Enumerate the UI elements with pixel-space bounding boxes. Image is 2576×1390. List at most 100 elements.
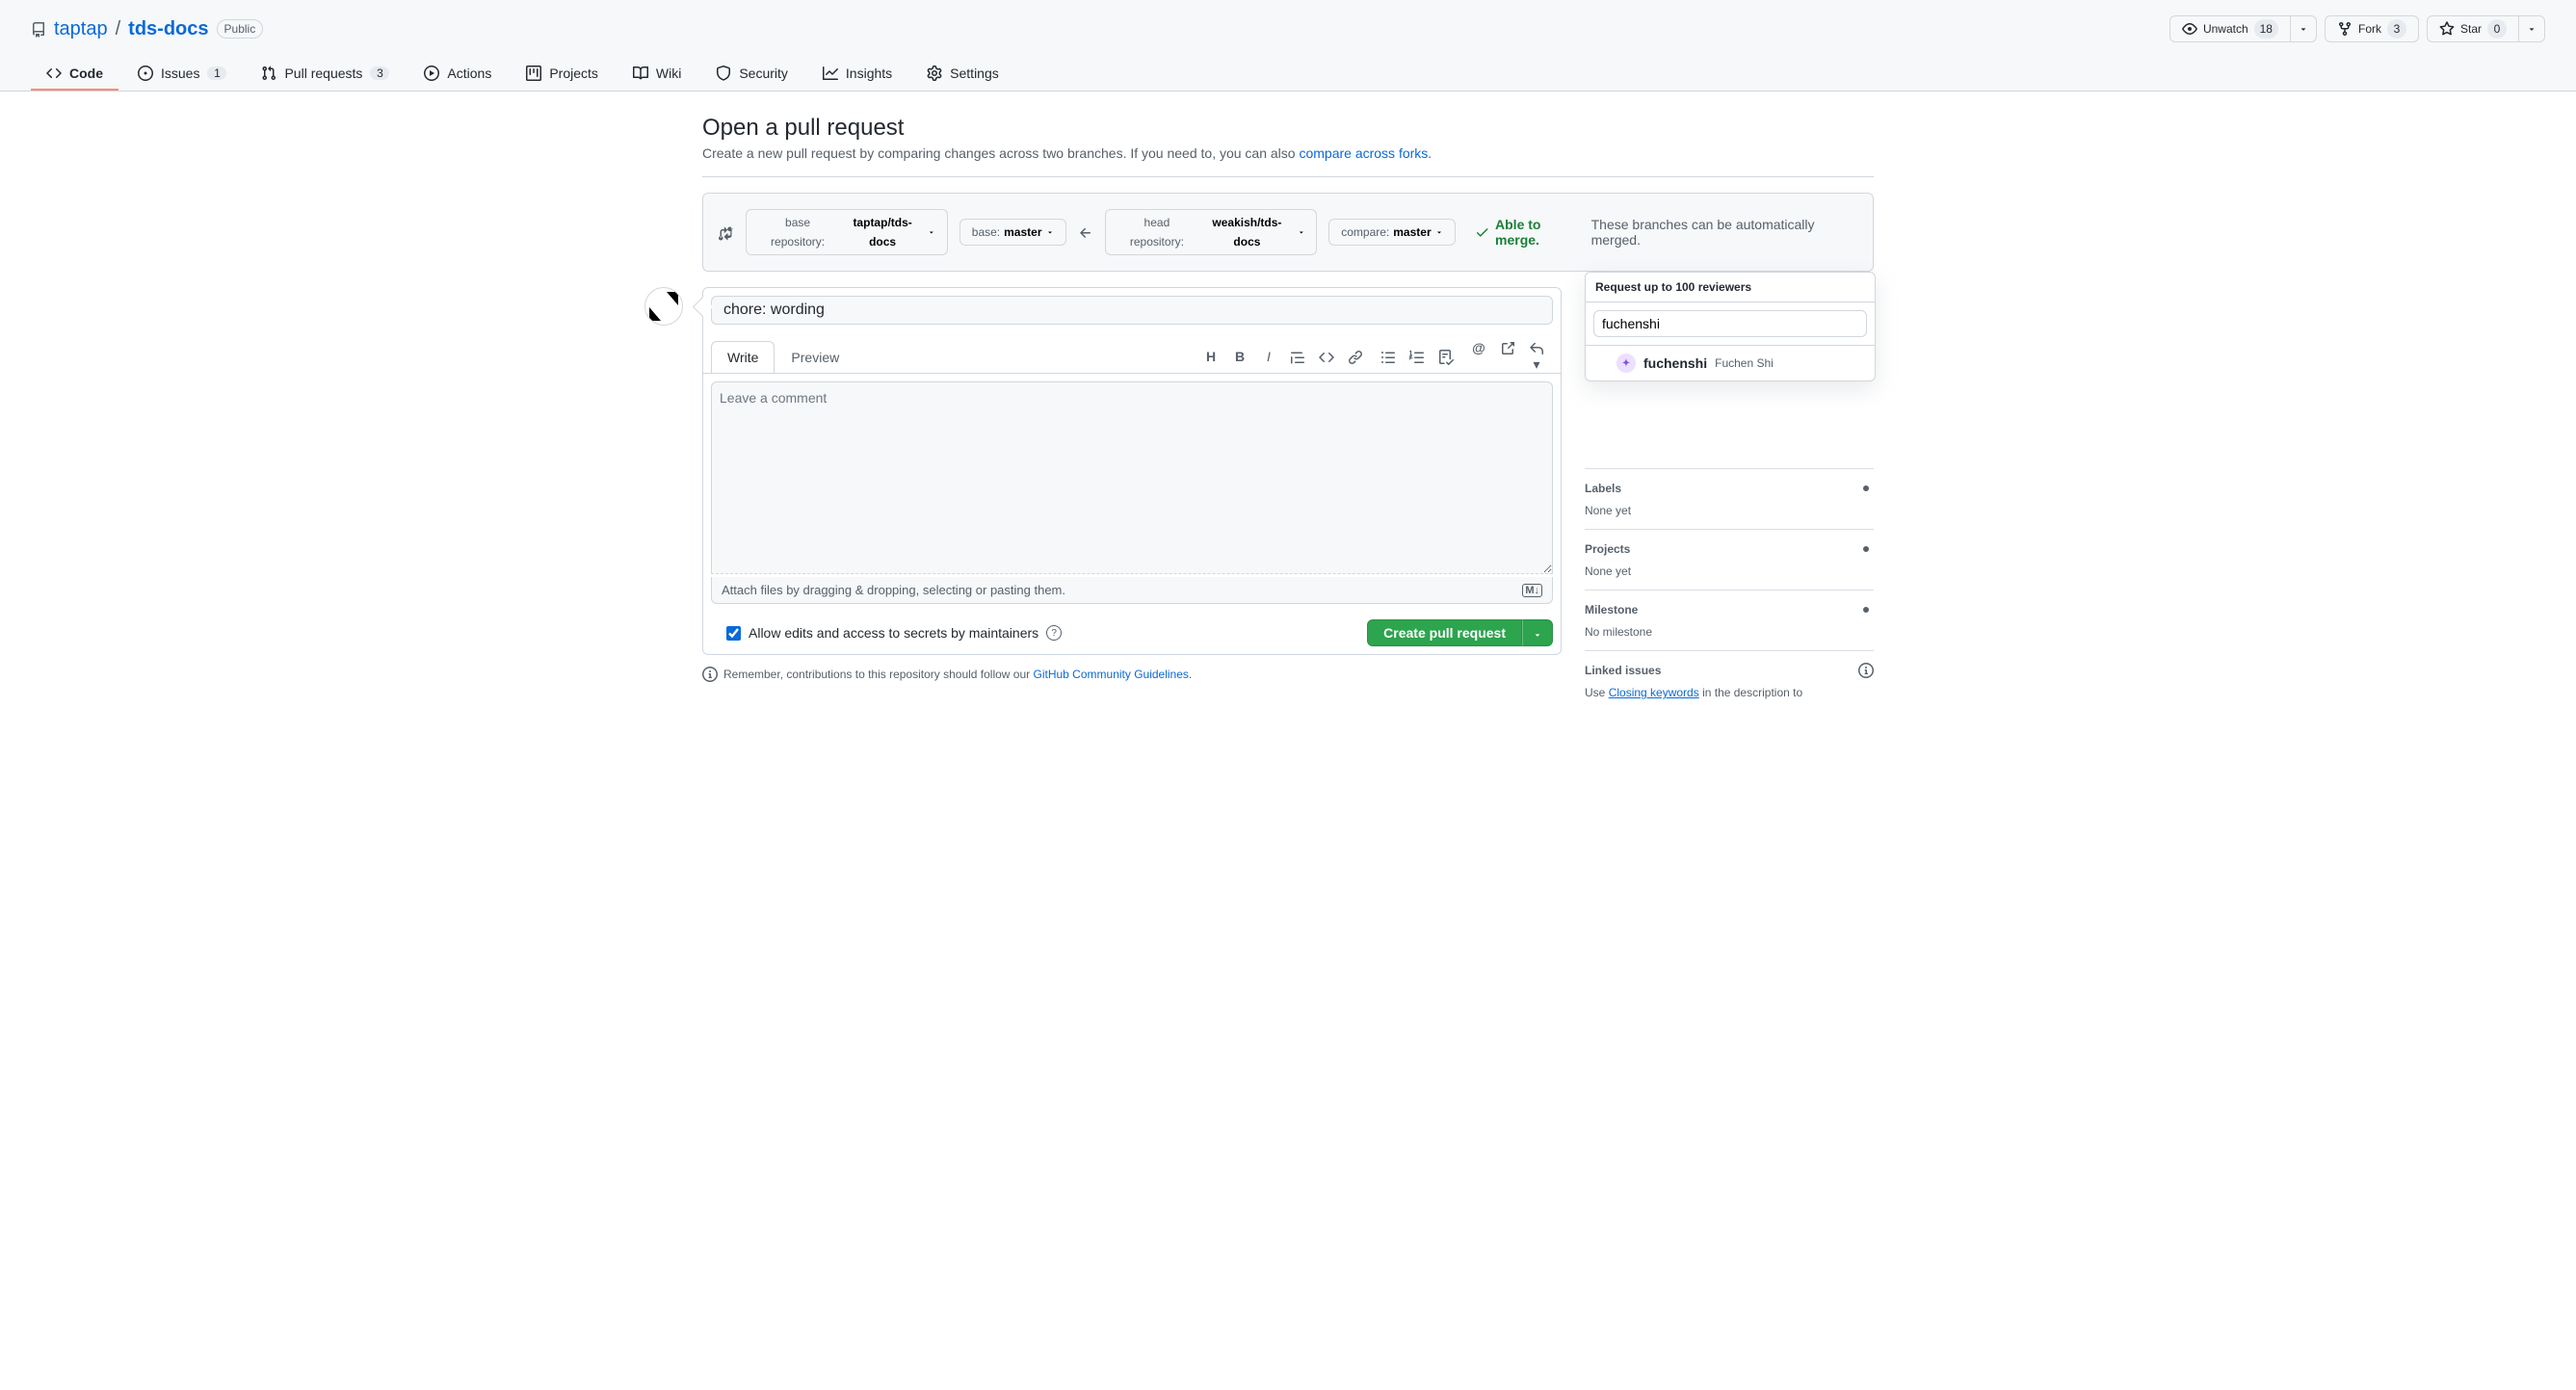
star-dropdown[interactable]: [2518, 15, 2545, 42]
compare-across-forks-link[interactable]: compare across forks: [1299, 145, 1428, 161]
reviewer-result-item[interactable]: ✦ fuchenshi Fuchen Shi: [1586, 346, 1875, 380]
sidebar-milestone: Milestone No milestone: [1585, 590, 1874, 651]
gear-icon: [927, 66, 942, 81]
sidebar-projects: Projects None yet: [1585, 530, 1874, 590]
star-button[interactable]: Star 0: [2427, 15, 2518, 42]
fork-count: 3: [2387, 19, 2406, 39]
tab-preview[interactable]: Preview: [775, 341, 855, 373]
unwatch-button[interactable]: Unwatch 18: [2169, 15, 2290, 42]
quote-icon[interactable]: [1289, 349, 1306, 365]
markdown-icon[interactable]: M↓: [1522, 584, 1542, 597]
eye-icon: [2182, 21, 2197, 37]
check-icon: [1475, 224, 1489, 240]
issues-count: 1: [207, 66, 226, 80]
watch-dropdown[interactable]: [2290, 15, 2317, 42]
guidelines-link[interactable]: GitHub Community Guidelines: [1034, 668, 1189, 681]
tab-security[interactable]: Security: [700, 58, 803, 91]
reference-icon[interactable]: [1499, 340, 1516, 373]
code-block-icon[interactable]: [1318, 349, 1335, 365]
body-textarea[interactable]: [711, 381, 1553, 574]
info-icon: [702, 667, 718, 682]
user-avatar-icon: ✦: [1617, 354, 1636, 373]
merge-msg: These branches can be automatically merg…: [1591, 217, 1857, 248]
labels-gear[interactable]: [1858, 481, 1874, 496]
tab-issues[interactable]: Issues 1: [122, 58, 242, 91]
allow-edits-checkbox[interactable]: [726, 626, 741, 641]
create-pr-dropdown[interactable]: [1522, 619, 1553, 646]
reviewer-search-input[interactable]: [1593, 310, 1867, 337]
fork-label: Fork: [2358, 19, 2381, 39]
reply-icon[interactable]: ▾: [1528, 340, 1545, 373]
pulls-count: 3: [370, 66, 389, 80]
caret-down-icon: [1533, 630, 1542, 640]
info-icon: [1858, 663, 1874, 678]
tab-wiki[interactable]: Wiki: [618, 58, 697, 91]
tab-settings[interactable]: Settings: [911, 58, 1014, 91]
fork-icon: [2337, 21, 2353, 37]
tab-insights[interactable]: Insights: [807, 58, 907, 91]
attach-hint[interactable]: Attach files by dragging & dropping, sel…: [711, 577, 1553, 604]
projects-none: None yet: [1585, 564, 1874, 578]
projects-title: Projects: [1585, 542, 1630, 556]
allow-edits-label: Allow edits and access to secrets by mai…: [749, 625, 1038, 641]
unwatch-label: Unwatch: [2203, 19, 2248, 39]
caret-down-icon: [1435, 228, 1443, 236]
tab-actions[interactable]: Actions: [408, 58, 507, 91]
task-list-icon[interactable]: [1437, 349, 1455, 365]
mention-icon[interactable]: @: [1470, 340, 1487, 373]
bold-icon[interactable]: B: [1231, 349, 1249, 365]
tab-write[interactable]: Write: [711, 341, 775, 373]
bullet-list-icon[interactable]: [1380, 349, 1397, 365]
merge-ok-label: Able to merge.: [1495, 217, 1586, 248]
heading-icon[interactable]: H: [1202, 349, 1220, 365]
tab-projects[interactable]: Projects: [511, 58, 614, 91]
sidebar-reviewers: Reviewers Request up to 100 reviewers ✦ …: [1585, 287, 1874, 469]
help-icon[interactable]: ?: [1046, 625, 1062, 641]
gear-icon: [1858, 602, 1874, 617]
linked-desc: Use Closing keywords in the description …: [1585, 686, 1874, 699]
milestone-none: No milestone: [1585, 625, 1874, 639]
caret-down-icon: [1046, 228, 1054, 236]
pull-request-icon: [261, 66, 276, 81]
labels-title: Labels: [1585, 482, 1621, 495]
page-subtitle: Create a new pull request by comparing c…: [702, 145, 1874, 161]
projects-gear[interactable]: [1858, 541, 1874, 557]
reviewer-username: fuchenshi: [1643, 355, 1707, 371]
linked-title: Linked issues: [1585, 664, 1661, 677]
compare-branch-select[interactable]: compare: master: [1328, 219, 1455, 246]
popover-header: Request up to 100 reviewers: [1586, 273, 1875, 302]
book-icon: [633, 66, 648, 81]
italic-icon[interactable]: I: [1260, 349, 1277, 365]
repo-owner-link[interactable]: taptap: [54, 18, 108, 40]
reviewer-popover: Request up to 100 reviewers ✦ fuchenshi …: [1585, 272, 1876, 381]
caret-down-icon: [2527, 24, 2537, 34]
numbered-list-icon[interactable]: [1408, 349, 1426, 365]
tab-code[interactable]: Code: [31, 58, 118, 91]
compare-icon: [719, 223, 734, 240]
star-count: 0: [2487, 19, 2507, 39]
base-repo-select[interactable]: base repository: taptap/tds-docs: [746, 209, 948, 255]
play-icon: [424, 66, 439, 81]
avatar: [644, 287, 683, 326]
arrow-left-icon: [1078, 223, 1093, 240]
path-separator: /: [116, 18, 121, 40]
caret-down-icon: [1298, 228, 1305, 236]
repo-icon: [31, 20, 46, 37]
head-repo-select[interactable]: head repository: weakish/tds-docs: [1105, 209, 1318, 255]
star-icon: [2439, 21, 2455, 37]
tab-pulls[interactable]: Pull requests 3: [246, 58, 405, 91]
milestone-gear[interactable]: [1858, 602, 1874, 617]
base-branch-select[interactable]: base: master: [959, 219, 1066, 246]
repo-name-link[interactable]: tds-docs: [128, 18, 208, 40]
compare-bar: base repository: taptap/tds-docs base: m…: [702, 193, 1874, 272]
fork-button[interactable]: Fork 3: [2325, 15, 2419, 42]
milestone-title: Milestone: [1585, 603, 1638, 616]
closing-keywords-link[interactable]: Closing keywords: [1609, 686, 1699, 699]
code-icon: [46, 66, 62, 81]
create-pr-button[interactable]: Create pull request: [1367, 619, 1522, 646]
link-icon[interactable]: [1347, 349, 1364, 365]
title-input[interactable]: [711, 296, 1553, 325]
graph-icon: [823, 66, 838, 81]
labels-none: None yet: [1585, 504, 1874, 517]
linked-info[interactable]: [1858, 663, 1874, 678]
